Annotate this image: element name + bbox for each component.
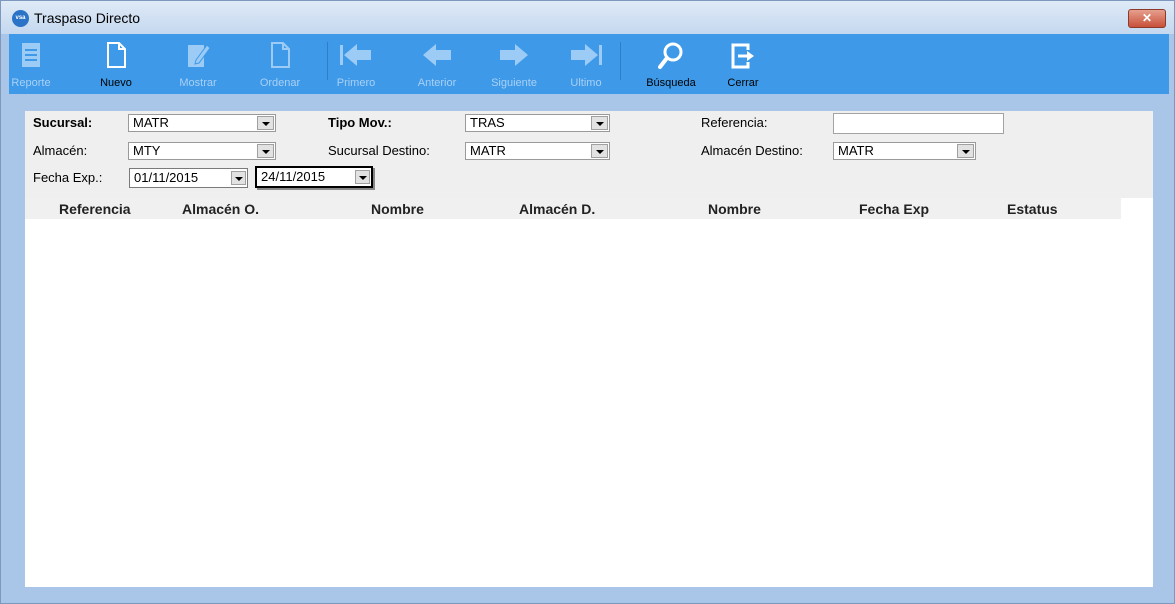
siguiente-label: Siguiente — [491, 77, 537, 89]
tipo-mov-label: Tipo Mov.: — [328, 115, 392, 130]
sucursal-destino-label: Sucursal Destino: — [328, 143, 430, 158]
toolbar-separator — [327, 42, 328, 80]
ultimo-button[interactable]: Ultimo — [565, 38, 607, 90]
column-header-almacen-origen[interactable]: Almacén O. — [182, 201, 259, 217]
busqueda-label: Búsqueda — [646, 77, 696, 89]
calendar-dropdown-icon[interactable] — [231, 171, 246, 185]
reporte-button[interactable]: Reporte — [9, 38, 53, 90]
traspasos-grid[interactable]: Referencia Almacén O. Nombre Almacén D. … — [25, 198, 1153, 587]
sucursal-label: Sucursal: — [33, 115, 93, 130]
window-title: Traspaso Directo — [34, 10, 141, 26]
close-window-button[interactable]: ✕ — [1128, 9, 1166, 28]
almacen-label: Almacén: — [33, 143, 88, 158]
tipo-mov-value: TRAS — [470, 115, 505, 130]
title-bar: vsa Traspaso Directo ✕ — [1, 1, 1174, 34]
fecha-exp-label: Fecha Exp.: — [33, 170, 103, 185]
new-document-icon — [107, 42, 126, 68]
app-window: vsa Traspaso Directo ✕ Reporte Nuevo Mos… — [0, 0, 1175, 604]
chevron-down-icon[interactable] — [957, 144, 974, 158]
sucursal-destino-value: MATR — [470, 143, 506, 158]
ordenar-label: Ordenar — [259, 77, 301, 89]
column-header-fecha-exp[interactable]: Fecha Exp — [859, 201, 929, 217]
tipo-mov-select[interactable]: TRAS — [465, 114, 610, 132]
ultimo-label: Ultimo — [570, 77, 602, 89]
search-icon — [658, 42, 683, 69]
app-logo-icon: vsa — [12, 10, 29, 27]
report-icon — [22, 43, 40, 67]
sucursal-value: MATR — [133, 115, 169, 130]
primero-label: Primero — [336, 77, 376, 89]
column-header-nombre-destino[interactable]: Nombre — [708, 201, 761, 217]
siguiente-button[interactable]: Siguiente — [482, 38, 546, 90]
column-header-almacen-destino[interactable]: Almacén D. — [519, 201, 595, 217]
cerrar-button[interactable]: Cerrar — [721, 38, 765, 90]
column-header-referencia[interactable]: Referencia — [59, 201, 131, 217]
fecha-desde-picker[interactable]: 01/11/2015 — [129, 168, 248, 188]
chevron-down-icon[interactable] — [591, 144, 608, 158]
almacen-destino-label: Almacén Destino: — [701, 143, 803, 158]
grid-header: Referencia Almacén O. Nombre Almacén D. … — [25, 198, 1121, 219]
mostrar-button[interactable]: Mostrar — [171, 38, 225, 90]
toolbar: Reporte Nuevo Mostrar Ordenar Primero An… — [9, 34, 1169, 94]
anterior-button[interactable]: Anterior — [411, 38, 463, 90]
sucursal-destino-select[interactable]: MATR — [465, 142, 610, 160]
fecha-hasta-picker[interactable]: 24/11/2015 — [255, 166, 373, 188]
ordenar-button[interactable]: Ordenar — [254, 38, 306, 90]
toolbar-separator — [620, 42, 621, 80]
last-record-icon — [571, 44, 602, 66]
column-header-nombre-origen[interactable]: Nombre — [371, 201, 424, 217]
previous-arrow-icon — [423, 44, 451, 66]
cerrar-label: Cerrar — [727, 77, 759, 89]
fecha-hasta-value: 24/11/2015 — [261, 169, 326, 184]
almacen-destino-select[interactable]: MATR — [833, 142, 976, 160]
reporte-label: Reporte — [11, 77, 51, 89]
exit-icon — [731, 43, 754, 69]
nuevo-label: Nuevo — [100, 77, 132, 89]
chevron-down-icon[interactable] — [591, 116, 608, 130]
chevron-down-icon[interactable] — [257, 144, 274, 158]
sucursal-select[interactable]: MATR — [128, 114, 276, 132]
mostrar-label: Mostrar — [179, 77, 217, 89]
first-record-icon — [340, 44, 371, 66]
calendar-dropdown-icon[interactable] — [355, 170, 370, 184]
fecha-desde-value: 01/11/2015 — [134, 170, 199, 185]
nuevo-button[interactable]: Nuevo — [93, 38, 139, 90]
busqueda-button[interactable]: Búsqueda — [635, 38, 707, 90]
primero-button[interactable]: Primero — [331, 38, 381, 90]
column-header-estatus[interactable]: Estatus — [1007, 201, 1058, 217]
anterior-label: Anterior — [417, 77, 457, 89]
chevron-down-icon[interactable] — [257, 116, 274, 130]
almacen-destino-value: MATR — [838, 143, 874, 158]
referencia-label: Referencia: — [701, 115, 768, 130]
edit-document-icon — [188, 44, 210, 67]
next-arrow-icon — [500, 44, 528, 66]
filter-panel: Sucursal: MATR Tipo Mov.: TRAS Referenci… — [25, 111, 1153, 198]
almacen-select[interactable]: MTY — [128, 142, 276, 160]
referencia-input[interactable] — [833, 113, 1004, 134]
sort-document-icon — [271, 42, 290, 68]
almacen-value: MTY — [133, 143, 161, 158]
